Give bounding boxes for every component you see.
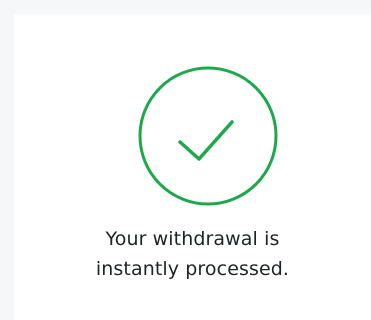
success-message-line-2: instantly processed. — [95, 258, 290, 280]
check-circle-icon — [136, 64, 280, 208]
success-message-line-1: Your withdrawal is — [105, 228, 280, 250]
success-card: Your withdrawal is instantly processed. — [14, 14, 371, 320]
success-message: Your withdrawal is instantly processed. — [14, 224, 371, 284]
